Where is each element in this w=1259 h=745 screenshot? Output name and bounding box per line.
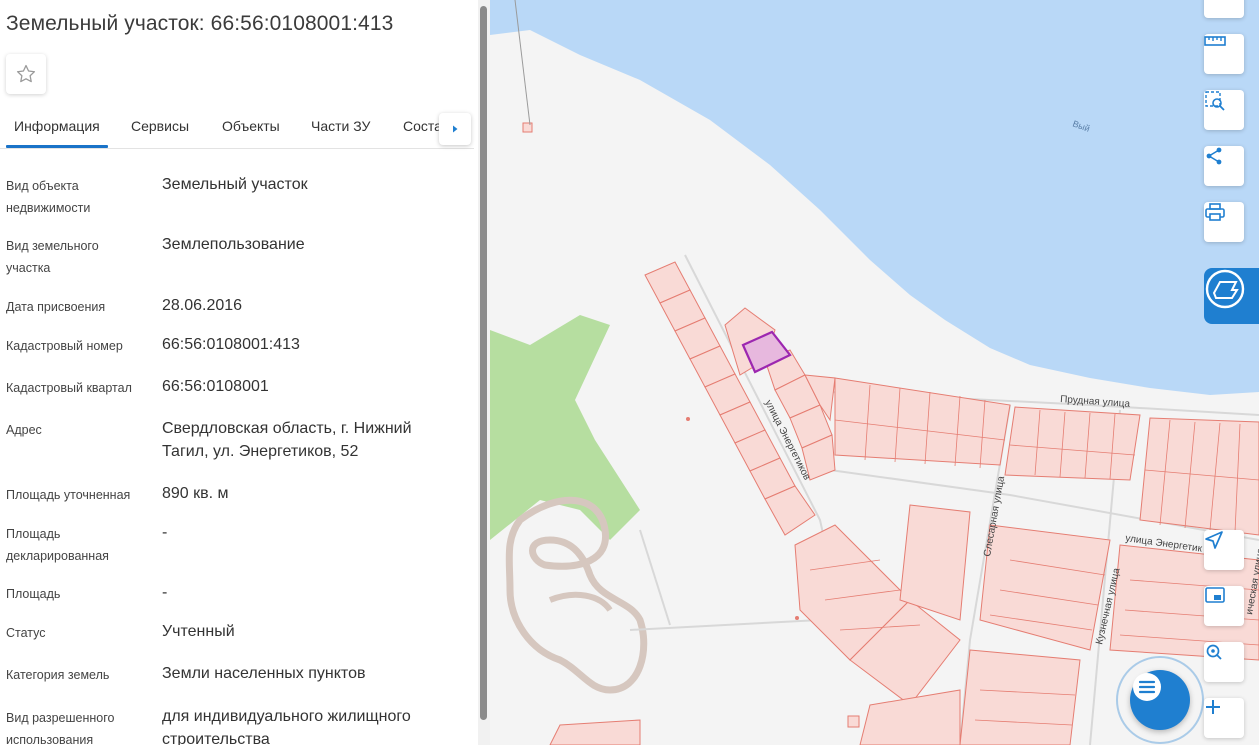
- map-view[interactable]: Вый улица Энергетиков Прудная улица Слес…: [490, 0, 1259, 745]
- zoom-in-icon: [1206, 700, 1220, 714]
- tab-parts[interactable]: Части ЗУ: [311, 118, 370, 134]
- tab-objects[interactable]: Объекты: [222, 118, 280, 134]
- label-area-refined: Площадь уточненная: [6, 488, 131, 502]
- chevron-right-icon: [453, 125, 458, 133]
- chat-button[interactable]: [1130, 670, 1190, 730]
- map-label-prudnaya: Прудная улица: [1060, 394, 1131, 410]
- park-area: [490, 315, 640, 540]
- label-land-type: Вид земельного участка: [6, 239, 99, 275]
- label-address: Адрес: [6, 423, 42, 437]
- label-area: Площадь: [6, 587, 61, 601]
- search-location-button[interactable]: [1204, 642, 1244, 682]
- tab-bar: Информация Сервисы Объекты Части ЗУ Сост…: [0, 108, 474, 149]
- minimap-button[interactable]: [1204, 586, 1244, 626]
- tab-info[interactable]: Информация: [14, 118, 100, 134]
- chat-icon: [1133, 673, 1161, 701]
- favorite-button[interactable]: [6, 54, 46, 94]
- locate-button[interactable]: [1204, 530, 1244, 570]
- share-icon: [1206, 147, 1222, 165]
- app-root: Земельный участок: 66:56:0108001:413 Инф…: [0, 0, 1259, 745]
- value-land-category: Земли населенных пунктов: [162, 665, 366, 682]
- value-land-type: Землепользование: [162, 236, 305, 253]
- ruler-icon: [1204, 36, 1226, 46]
- label-status: Статус: [6, 626, 46, 640]
- area-select-button[interactable]: [1204, 90, 1244, 130]
- value-assign-date: 28.06.2016: [162, 297, 243, 314]
- value-object-type: Земельный участок: [162, 176, 308, 193]
- value-permitted-use: для индивидуального жилищного строительс…: [162, 708, 411, 745]
- active-tab-indicator: [6, 145, 108, 148]
- share-button[interactable]: [1204, 146, 1244, 186]
- tabs-scroll-right-button[interactable]: [439, 113, 471, 145]
- value-status: Учтенный: [162, 623, 235, 640]
- value-cadastral-number: 66:56:0108001:413: [162, 336, 300, 353]
- zoom-in-button[interactable]: [1204, 698, 1244, 738]
- tab-services[interactable]: Сервисы: [131, 118, 189, 134]
- layers-button[interactable]: [1204, 0, 1244, 18]
- label-land-category: Категория земель: [6, 668, 110, 682]
- area-select-icon: [1205, 91, 1225, 111]
- star-icon: [16, 64, 36, 83]
- info-panel: Земельный участок: 66:56:0108001:413 Инф…: [0, 0, 478, 745]
- value-cadastral-quarter: 66:56:0108001: [162, 378, 269, 395]
- panel-scrollbar-thumb[interactable]: [480, 6, 487, 720]
- map-canvas[interactable]: Вый улица Энергетиков Прудная улица Слес…: [490, 0, 1259, 745]
- value-area-refined: 890 кв. м: [162, 485, 229, 502]
- brand-logo-icon: [1205, 269, 1245, 309]
- water-area: [490, 0, 1259, 395]
- value-address: Свердловская область, г. Нижний Тагил, у…: [162, 420, 412, 460]
- print-icon: [1205, 203, 1225, 221]
- tab-composition[interactable]: Соста: [403, 118, 442, 134]
- value-area-declared: -: [162, 524, 168, 541]
- ruler-button[interactable]: [1204, 34, 1244, 74]
- print-button[interactable]: [1204, 202, 1244, 242]
- search-location-icon: [1206, 644, 1222, 660]
- brand-logo-button[interactable]: [1204, 268, 1259, 324]
- value-area: -: [162, 584, 168, 601]
- page-title: Земельный участок: 66:56:0108001:413: [6, 12, 394, 35]
- label-cadastral-number: Кадастровый номер: [6, 339, 123, 353]
- locate-icon: [1205, 531, 1223, 549]
- label-assign-date: Дата присвоения: [6, 300, 106, 314]
- label-object-type: Вид объекта недвижимости: [6, 179, 91, 215]
- label-cadastral-quarter: Кадастровый квартал: [6, 381, 132, 395]
- label-area-declared: Площадь декларированная: [6, 527, 109, 563]
- minimap-icon: [1205, 587, 1225, 603]
- label-permitted-use: Вид разрешенного использования: [6, 711, 115, 745]
